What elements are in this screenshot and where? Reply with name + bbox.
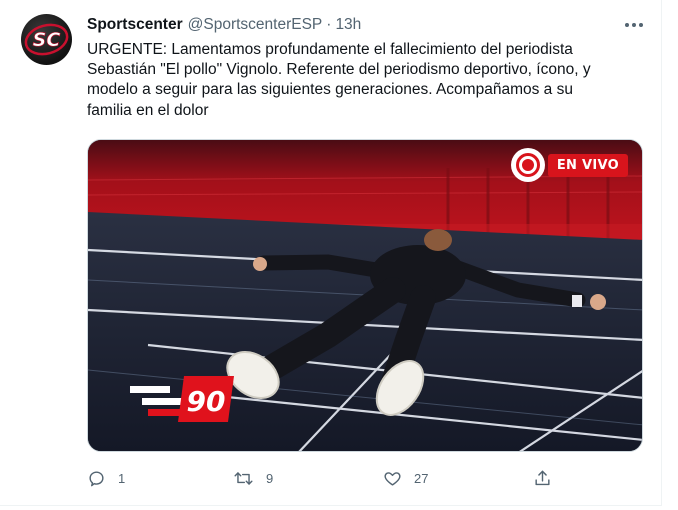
reply-button[interactable]: 1	[87, 469, 125, 488]
more-dot-icon	[625, 23, 629, 27]
more-dot-icon	[632, 23, 636, 27]
reply-icon	[89, 470, 104, 486]
tweet-actions: 1 9 27	[87, 466, 557, 490]
share-button[interactable]	[533, 469, 552, 488]
display-name[interactable]: Sportscenter	[87, 16, 183, 34]
more-options-button[interactable]	[620, 14, 648, 36]
reply-count: 1	[118, 470, 126, 486]
user-handle[interactable]: @SportscenterESP	[188, 16, 323, 34]
avatar-logo-text: SC	[33, 29, 61, 51]
separator-dot: ·	[326, 16, 332, 33]
tv-broadcast-scene: 90	[88, 140, 642, 451]
tweet-card[interactable]: SC Sportscenter @SportscenterESP · 13h U…	[0, 0, 662, 506]
tweet-timestamp[interactable]: 13h	[335, 16, 361, 34]
avatar[interactable]: SC	[21, 14, 72, 65]
tweet-media-image[interactable]: 90 EN VIVO	[87, 139, 643, 452]
share-icon	[535, 470, 550, 485]
tweet-header: Sportscenter @SportscenterESP · 13h	[87, 14, 361, 36]
retweet-button[interactable]: 9	[233, 469, 273, 488]
tweet-text: URGENTE: Lamentamos profundamente el fal…	[87, 41, 591, 119]
like-count: 27	[414, 470, 429, 486]
retweet-count: 9	[266, 470, 274, 486]
heart-icon	[384, 471, 401, 486]
more-dot-icon	[639, 23, 643, 27]
scoreboard-number: 90	[187, 385, 226, 418]
live-record-icon	[510, 148, 545, 182]
sportscenter-logo: SC	[24, 23, 69, 56]
live-label: EN VIVO	[547, 153, 628, 177]
like-button[interactable]: 27	[383, 469, 428, 488]
live-badge: EN VIVO	[510, 148, 628, 182]
retweet-icon	[234, 471, 253, 485]
